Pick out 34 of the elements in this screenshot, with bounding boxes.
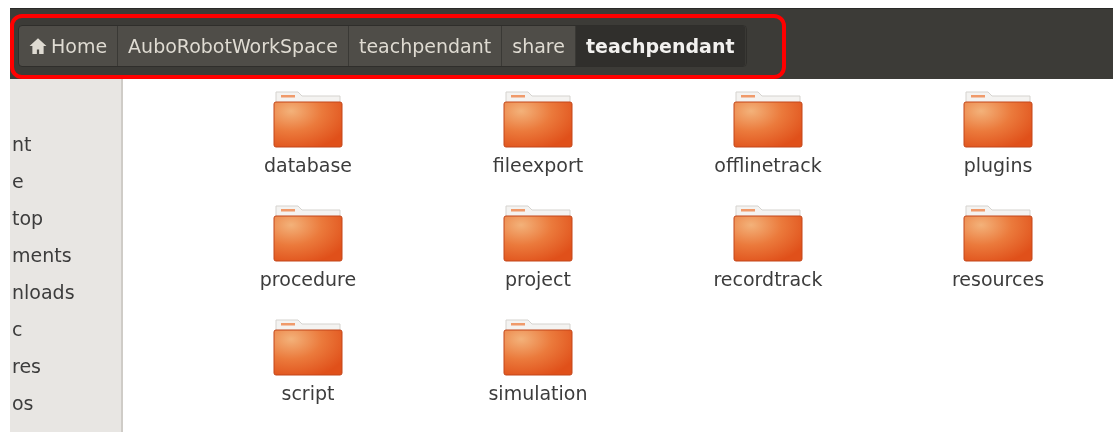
folder-name[interactable]: fileexport xyxy=(492,154,584,176)
breadcrumb-button[interactable]: share xyxy=(502,26,576,66)
folder-icon[interactable] xyxy=(273,318,343,376)
sidebar-item[interactable]: nloads xyxy=(12,281,75,303)
folder-name[interactable]: project xyxy=(505,268,571,290)
folder-icon[interactable] xyxy=(273,90,343,148)
folder-icon[interactable] xyxy=(503,90,573,148)
sidebar-item[interactable]: os xyxy=(12,392,34,414)
folder-icon[interactable] xyxy=(733,90,803,148)
folder-name[interactable]: procedure xyxy=(259,268,357,290)
sidebar-item[interactable]: nt xyxy=(12,133,32,155)
folder-name[interactable]: resources xyxy=(951,268,1045,290)
sidebar-item[interactable]: top xyxy=(12,207,44,229)
home-icon xyxy=(29,37,47,55)
folder-name[interactable]: database xyxy=(263,154,353,176)
folder-icon[interactable] xyxy=(963,90,1033,148)
sidebar-item[interactable]: ments xyxy=(12,244,72,266)
breadcrumb-button[interactable]: AuboRobotWorkSpace xyxy=(118,26,349,66)
folder-icon[interactable] xyxy=(733,204,803,262)
folder-icon[interactable] xyxy=(273,204,343,262)
folder-icon[interactable] xyxy=(963,204,1033,262)
folder-name[interactable]: script xyxy=(281,382,335,404)
folder-name[interactable]: recordtrack xyxy=(713,268,823,290)
breadcrumb-button[interactable]: teachpendant xyxy=(575,26,746,66)
folder-name[interactable]: plugins xyxy=(963,154,1033,176)
sidebar-item[interactable]: e xyxy=(12,170,24,192)
sidebar-item[interactable]: c xyxy=(12,318,23,340)
sidebar-item[interactable]: res xyxy=(12,355,41,377)
breadcrumb-button[interactable]: teachpendant xyxy=(348,26,503,66)
folder-icon[interactable] xyxy=(503,318,573,376)
breadcrumb-button[interactable]: Home xyxy=(19,26,119,66)
folder-name[interactable]: offlinetrack xyxy=(714,154,822,176)
folder-name[interactable]: simulation xyxy=(488,382,588,404)
folder-icon[interactable] xyxy=(503,204,573,262)
